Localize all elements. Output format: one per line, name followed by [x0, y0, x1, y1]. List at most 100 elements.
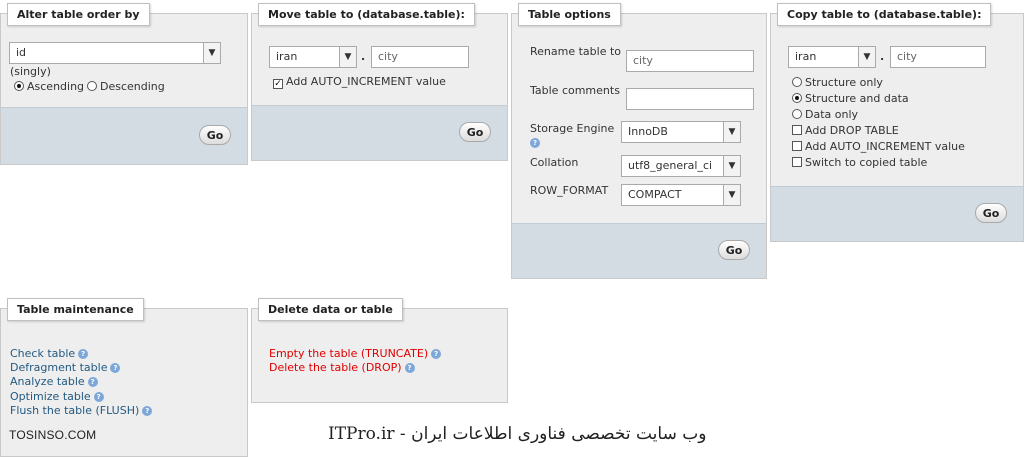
- comments-input[interactable]: [626, 88, 754, 110]
- move-table-name-input[interactable]: city: [371, 46, 469, 68]
- structure-only-option[interactable]: Structure only: [792, 76, 883, 89]
- collation-label: Collation: [530, 156, 579, 169]
- rename-label: Rename table to: [530, 45, 622, 58]
- tosinso-watermark: TOSINSO.COM: [9, 428, 97, 442]
- move-auto-increment-option[interactable]: ✓ Add AUTO_INCREMENT value: [273, 75, 446, 89]
- copy-dot-separator: .: [880, 50, 885, 63]
- engine-label: Storage Engine: [530, 122, 615, 135]
- check-table-label: Check table: [10, 347, 76, 360]
- optimize-table-label: Optimize table: [10, 390, 91, 403]
- help-icon[interactable]: ?: [110, 363, 121, 373]
- move-table-go-button[interactable]: Go: [459, 122, 491, 142]
- flush-table-link[interactable]: Flush the table (FLUSH)?: [10, 404, 153, 417]
- alter-order-title: Alter table order by: [7, 3, 150, 26]
- copy-table-footer: Go: [771, 186, 1023, 241]
- ascending-radio[interactable]: [14, 81, 24, 91]
- data-only-option[interactable]: Data only: [792, 108, 858, 121]
- descending-radio[interactable]: [87, 81, 97, 91]
- descending-option[interactable]: Descending: [87, 80, 165, 93]
- copy-table-panel: Copy table to (database.table): iran ▼ .…: [770, 3, 1024, 242]
- move-db-select[interactable]: iran ▼: [269, 46, 357, 68]
- engine-help-icon[interactable]: ?: [530, 138, 540, 148]
- table-options-panel: Table options Rename table to city Table…: [511, 3, 767, 279]
- singly-label: (singly): [10, 65, 51, 78]
- optimize-table-link[interactable]: Optimize table?: [10, 390, 104, 403]
- copy-db-select[interactable]: iran ▼: [788, 46, 876, 68]
- move-auto-increment-checkbox[interactable]: ✓: [273, 79, 283, 89]
- copy-auto-increment-label: Add AUTO_INCREMENT value: [805, 140, 965, 153]
- table-options-go-button[interactable]: Go: [718, 240, 750, 260]
- chevron-down-icon: ▼: [858, 47, 875, 67]
- structure-and-data-label: Structure and data: [805, 92, 909, 105]
- collation-value: utf8_general_ci: [628, 159, 713, 172]
- move-auto-increment-label: Add AUTO_INCREMENT value: [286, 75, 446, 88]
- data-only-label: Data only: [805, 108, 859, 121]
- move-db-value: iran: [276, 50, 298, 63]
- analyze-table-link[interactable]: Analyze table?: [10, 375, 98, 388]
- engine-select[interactable]: InnoDB ▼: [621, 121, 741, 143]
- help-icon[interactable]: ?: [93, 392, 104, 402]
- check-table-link[interactable]: Check table?: [10, 347, 89, 360]
- switch-copied-label: Switch to copied table: [805, 156, 928, 169]
- comments-label: Table comments: [530, 84, 620, 97]
- alter-order-footer: Go: [1, 107, 247, 164]
- table-options-footer: Go: [512, 223, 766, 278]
- ascending-label: Ascending: [27, 80, 85, 93]
- drop-table-link[interactable]: Delete the table (DROP)?: [269, 361, 415, 374]
- help-icon[interactable]: ?: [78, 349, 89, 359]
- help-icon[interactable]: ?: [404, 363, 415, 373]
- table-options-title: Table options: [518, 3, 621, 26]
- analyze-table-label: Analyze table: [10, 375, 85, 388]
- order-column-select[interactable]: id ▼: [9, 42, 221, 64]
- add-drop-checkbox[interactable]: [792, 125, 802, 135]
- engine-value: InnoDB: [628, 125, 668, 138]
- help-icon[interactable]: ?: [142, 406, 153, 416]
- alter-order-go-button[interactable]: Go: [199, 125, 231, 145]
- rowformat-select[interactable]: COMPACT ▼: [621, 184, 741, 206]
- structure-only-label: Structure only: [805, 76, 883, 89]
- itpro-watermark: ITPro.ir - وب سایت تخصصی فناوری اطلاعات …: [328, 424, 707, 444]
- structure-and-data-radio[interactable]: [792, 93, 802, 103]
- alter-order-panel: Alter table order by id ▼ (singly) Ascen…: [0, 3, 248, 165]
- chevron-down-icon: ▼: [723, 156, 740, 176]
- help-icon[interactable]: ?: [431, 349, 442, 359]
- rowformat-value: COMPACT: [628, 188, 682, 201]
- copy-db-value: iran: [795, 50, 817, 63]
- move-table-title: Move table to (database.table):: [258, 3, 475, 26]
- copy-table-go-button[interactable]: Go: [975, 203, 1007, 223]
- defragment-table-label: Defragment table: [10, 361, 108, 374]
- truncate-table-link[interactable]: Empty the table (TRUNCATE)?: [269, 347, 442, 360]
- chevron-down-icon: ▼: [723, 122, 740, 142]
- help-icon[interactable]: ?: [87, 377, 98, 387]
- add-drop-label: Add DROP TABLE: [805, 124, 899, 137]
- structure-and-data-option[interactable]: Structure and data: [792, 92, 909, 105]
- chevron-down-icon: ▼: [203, 43, 220, 63]
- move-dot-separator: .: [361, 50, 366, 63]
- chevron-down-icon: ▼: [723, 185, 740, 205]
- switch-copied-checkbox[interactable]: [792, 157, 802, 167]
- delete-data-title: Delete data or table: [258, 298, 403, 321]
- descending-label: Descending: [100, 80, 165, 93]
- truncate-table-label: Empty the table (TRUNCATE): [269, 347, 429, 360]
- order-column-value: id: [16, 46, 27, 59]
- flush-table-label: Flush the table (FLUSH): [10, 404, 140, 417]
- copy-table-name-input[interactable]: city: [890, 46, 986, 68]
- defragment-table-link[interactable]: Defragment table?: [10, 361, 121, 374]
- rename-input[interactable]: city: [626, 50, 754, 72]
- data-only-radio[interactable]: [792, 109, 802, 119]
- drop-table-label: Delete the table (DROP): [269, 361, 402, 374]
- collation-select[interactable]: utf8_general_ci ▼: [621, 155, 741, 177]
- ascending-option[interactable]: Ascending: [14, 80, 84, 93]
- move-table-footer: Go: [252, 105, 507, 160]
- copy-table-title: Copy table to (database.table):: [777, 3, 992, 26]
- copy-auto-increment-option[interactable]: Add AUTO_INCREMENT value: [792, 140, 965, 153]
- chevron-down-icon: ▼: [339, 47, 356, 67]
- delete-data-panel: Delete data or table Empty the table (TR…: [251, 298, 508, 403]
- maintenance-title: Table maintenance: [7, 298, 144, 321]
- rowformat-label: ROW_FORMAT: [530, 184, 609, 197]
- add-drop-option[interactable]: Add DROP TABLE: [792, 124, 899, 137]
- structure-only-radio[interactable]: [792, 77, 802, 87]
- switch-copied-option[interactable]: Switch to copied table: [792, 156, 927, 169]
- move-table-panel: Move table to (database.table): iran ▼ .…: [251, 3, 508, 161]
- copy-auto-increment-checkbox[interactable]: [792, 141, 802, 151]
